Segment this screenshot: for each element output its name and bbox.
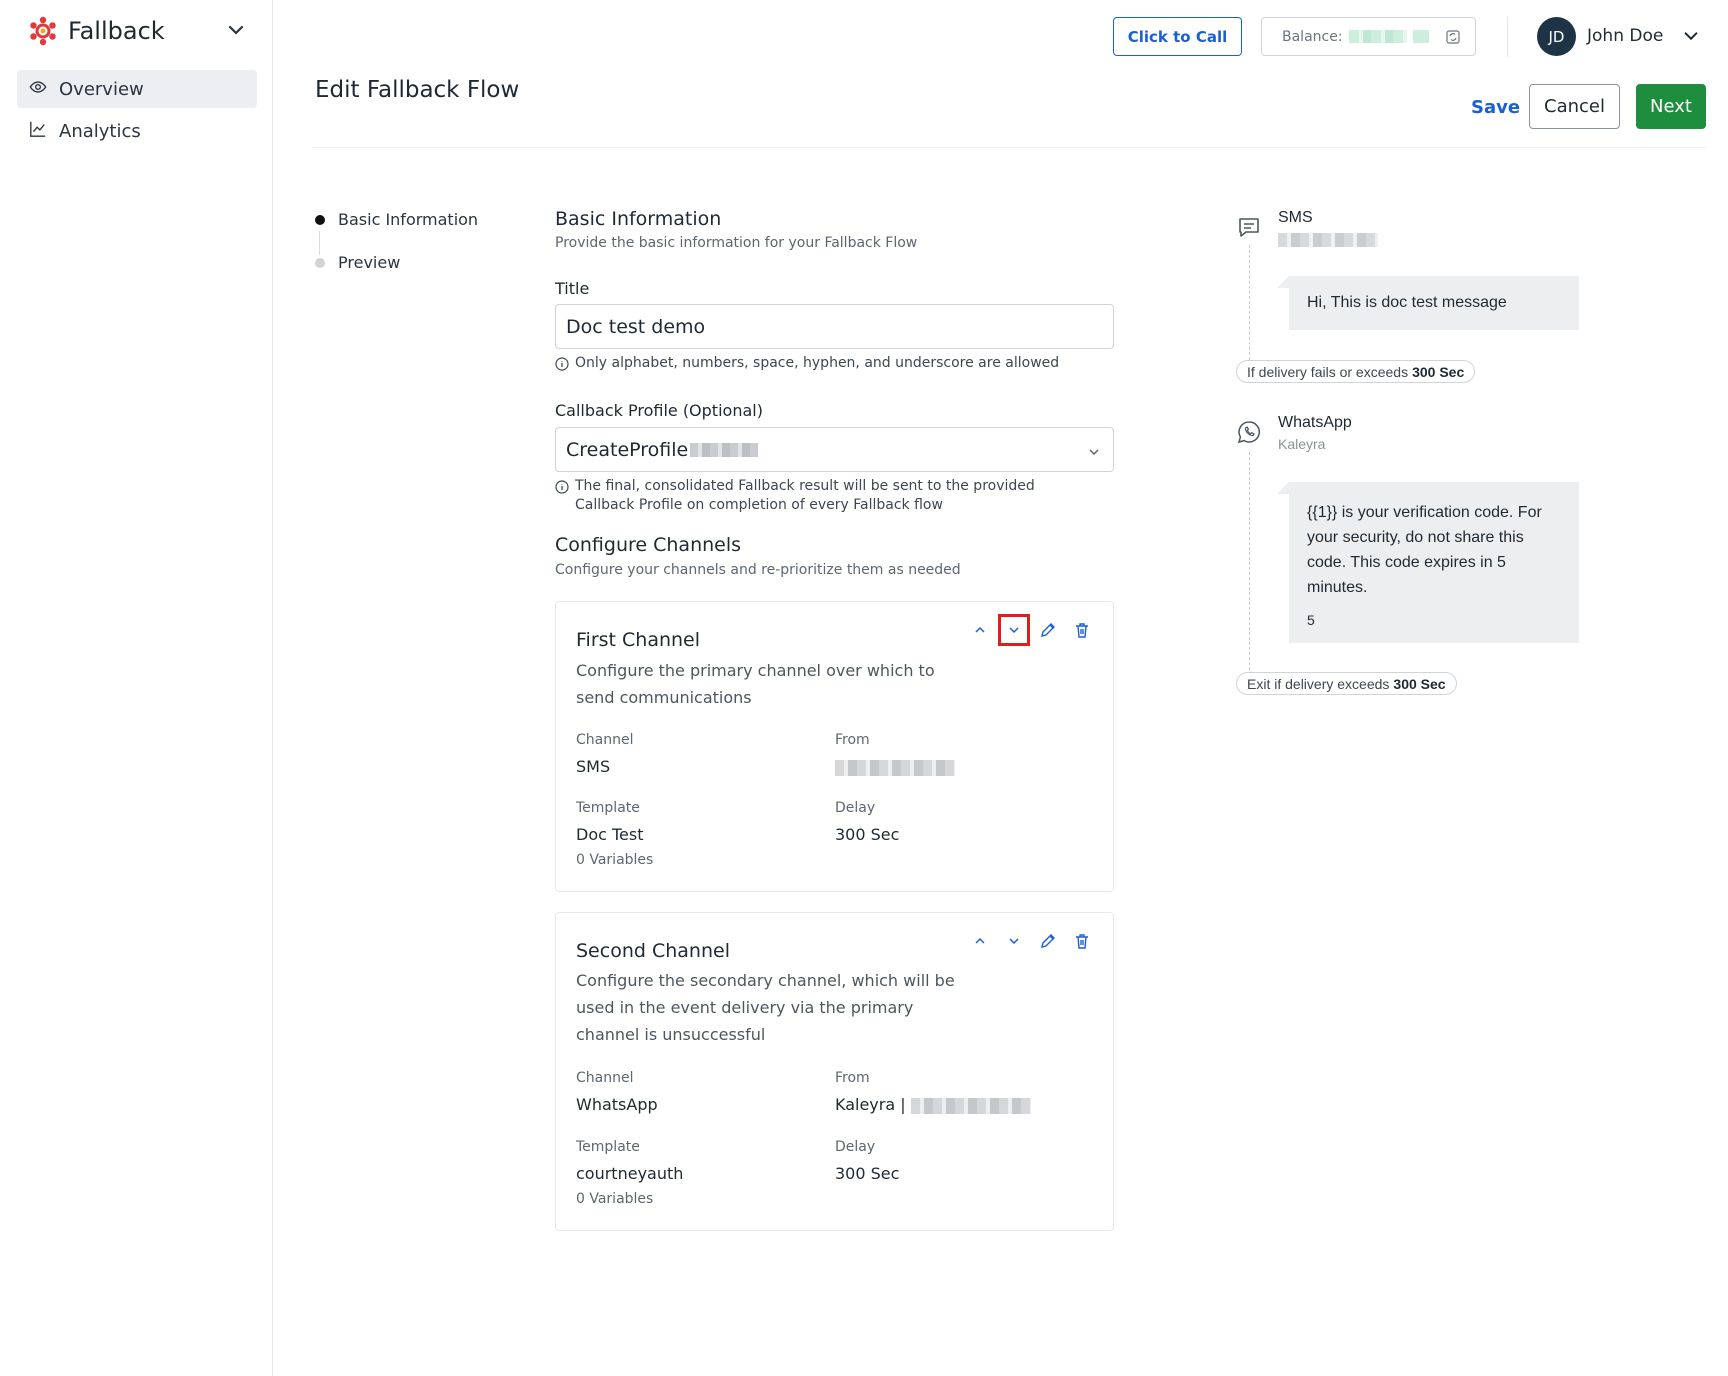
card-actions (959, 928, 1095, 954)
template-label: Template (576, 1139, 640, 1155)
click-to-call-button[interactable]: Click to Call (1113, 17, 1242, 56)
move-up-button[interactable] (967, 928, 993, 954)
sms-channel-name: SMS (1278, 209, 1313, 226)
variables-count: 0 Variables (576, 1191, 654, 1207)
first-channel-card: First Channel Configure the primary chan… (555, 601, 1114, 892)
refresh-icon[interactable] (1445, 29, 1461, 49)
delete-trash-icon[interactable] (1069, 617, 1095, 643)
balance-label: Balance: (1282, 28, 1343, 45)
edit-pencil-icon[interactable] (1035, 928, 1061, 954)
sidebar-item-label: Analytics (59, 120, 141, 142)
callback-profile-redacted (690, 442, 759, 457)
from-label: From (835, 1070, 870, 1086)
from-number-redacted (910, 1097, 1031, 1114)
from-value (835, 757, 955, 776)
channel-label: Channel (576, 1070, 634, 1086)
sms-message-bubble: Hi, This is doc test message (1289, 276, 1579, 330)
step-label: Preview (338, 253, 401, 272)
second-channel-card: Second Channel Configure the secondary c… (555, 912, 1114, 1231)
title-label: Title (555, 279, 590, 298)
balance-widget: Balance: (1261, 17, 1476, 56)
callback-hint: The final, consolidated Fallback result … (555, 477, 1035, 515)
whatsapp-message-bubble: {{1}} is your verification code. For you… (1289, 482, 1579, 643)
from-number-redacted (835, 759, 955, 776)
chat-bubble-icon (1236, 214, 1262, 244)
line-chart-icon (29, 120, 59, 143)
user-name[interactable]: John Doe (1587, 26, 1663, 46)
flow-connector (1249, 245, 1250, 365)
brand-switcher[interactable]: Fallback (28, 14, 246, 48)
brand-name: Fallback (68, 17, 165, 45)
sidebar-nav: Overview Analytics (17, 70, 257, 154)
section-heading: Basic Information (555, 208, 722, 230)
section-subheading: Provide the basic information for your F… (555, 235, 918, 251)
step-label: Basic Information (338, 210, 479, 229)
info-icon (555, 477, 575, 515)
bubble-tail (1277, 276, 1289, 288)
configure-subheading: Configure your channels and re-prioritiz… (555, 562, 961, 578)
step-active-dot (315, 214, 325, 225)
step-preview[interactable]: Preview (315, 253, 400, 272)
avatar[interactable]: JD (1537, 17, 1576, 56)
move-down-button[interactable] (998, 614, 1030, 646)
card-description: Configure the secondary channel, which w… (576, 971, 955, 1044)
sidebar: Fallback Overview Analytics (0, 0, 273, 1376)
title-hint: Only alphabet, numbers, space, hyphen, a… (555, 354, 1059, 377)
variables-count: 0 Variables (576, 852, 654, 868)
whatsapp-channel-name: WhatsApp (1278, 414, 1352, 431)
balance-value-redacted (1348, 30, 1407, 43)
delay-label: Delay (835, 1139, 876, 1155)
header-divider (313, 147, 1706, 148)
cancel-button[interactable]: Cancel (1529, 84, 1620, 129)
card-title: First Channel (576, 629, 701, 651)
title-input[interactable]: Doc test demo (555, 304, 1114, 349)
fallback-logo-icon (28, 16, 58, 46)
step-basic-information[interactable]: Basic Information (315, 210, 478, 229)
card-description: Configure the primary channel over which… (576, 661, 935, 707)
balance-currency-redacted (1412, 30, 1429, 43)
next-button[interactable]: Next (1636, 84, 1706, 129)
save-button[interactable]: Save (1471, 97, 1520, 118)
channel-value: SMS (576, 757, 611, 776)
from-label: From (835, 732, 870, 748)
flow-connector (1249, 452, 1250, 670)
delay-value: 300 Sec (835, 1164, 900, 1183)
exit-condition-pill: Exit if delivery exceeds 300 Sec (1236, 672, 1457, 695)
channel-value: WhatsApp (576, 1095, 658, 1114)
template-value: courtneyauth (576, 1164, 684, 1183)
bubble-tail (1277, 482, 1289, 494)
delete-trash-icon[interactable] (1069, 928, 1095, 954)
sidebar-item-label: Overview (59, 78, 144, 100)
move-down-button[interactable] (1001, 928, 1027, 954)
configure-heading: Configure Channels (555, 534, 742, 556)
card-actions (959, 614, 1095, 646)
info-icon (555, 354, 575, 377)
page-title: Edit Fallback Flow (315, 77, 520, 103)
sidebar-item-analytics[interactable]: Analytics (17, 112, 257, 150)
delay-label: Delay (835, 800, 876, 816)
chevron-down-icon (1087, 442, 1101, 464)
delay-value: 300 Sec (835, 825, 900, 844)
sidebar-item-overview[interactable]: Overview (17, 70, 257, 108)
template-label: Template (576, 800, 640, 816)
step-inactive-dot (315, 257, 325, 268)
fallback-condition-pill: If delivery fails or exceeds 300 Sec (1236, 360, 1476, 383)
whatsapp-icon (1236, 419, 1262, 449)
chevron-down-icon[interactable] (226, 20, 246, 44)
from-value: Kaleyra | (835, 1095, 1031, 1114)
channel-label: Channel (576, 732, 634, 748)
step-connector (319, 231, 320, 255)
move-up-button[interactable] (967, 617, 993, 643)
template-value: Doc Test (576, 825, 644, 844)
edit-pencil-icon[interactable] (1035, 617, 1061, 643)
sms-sender-redacted (1278, 233, 1378, 247)
callback-profile-select[interactable]: CreateProfile (555, 427, 1114, 472)
card-title: Second Channel (576, 940, 730, 962)
whatsapp-sender: Kaleyra (1278, 436, 1326, 452)
chevron-down-icon[interactable] (1682, 27, 1700, 49)
eye-icon (29, 78, 59, 101)
topbar-divider (1507, 17, 1508, 57)
callback-profile-label: Callback Profile (Optional) (555, 401, 763, 420)
